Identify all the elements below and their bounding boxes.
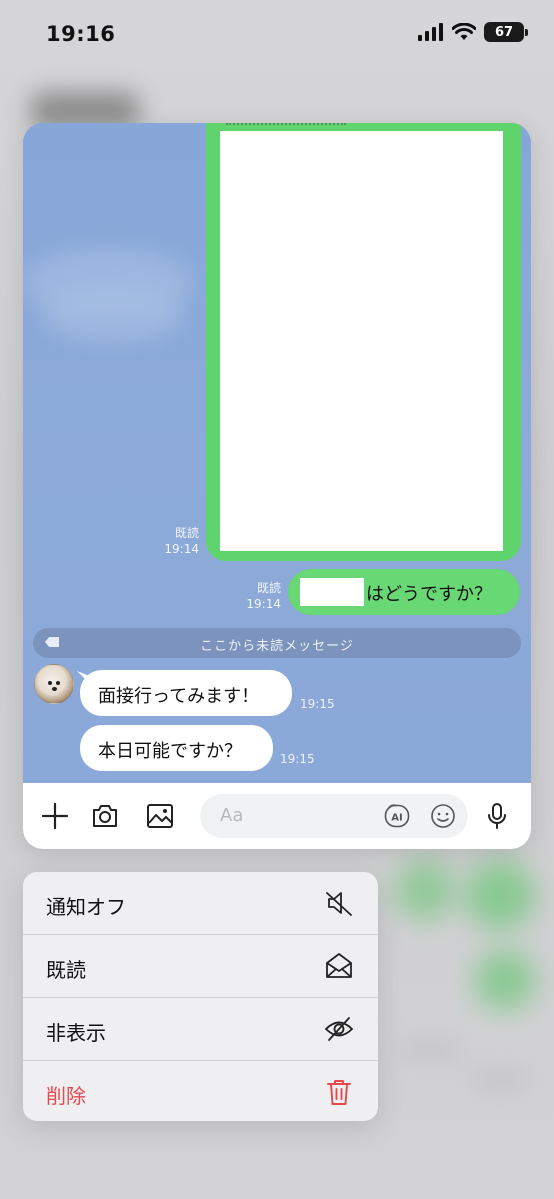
trash-icon — [327, 1080, 351, 1105]
add-button[interactable] — [40, 801, 70, 831]
avatar[interactable] — [34, 664, 74, 704]
microphone-icon — [488, 803, 506, 829]
chat-preview-card[interactable]: 既読 19:14 既読 19:14 はどうですか？ ここから未読メッセージ 面接… — [23, 123, 531, 849]
message-time: 19:14 — [246, 597, 281, 611]
mute-icon — [326, 892, 352, 916]
menu-item-label: 通知オフ — [46, 895, 126, 919]
emoji-icon[interactable] — [430, 803, 456, 829]
wifi-icon — [452, 23, 476, 40]
camera-button[interactable] — [90, 801, 120, 831]
received-message-bubble[interactable]: 本日可能ですか？ — [80, 725, 273, 771]
ai-button[interactable]: AI — [384, 803, 410, 829]
image-message[interactable] — [206, 123, 521, 561]
message-time: 19:15 — [280, 752, 315, 766]
status-bar: 19:16 67 — [0, 0, 554, 72]
plus-icon — [41, 802, 69, 830]
sent-message-meta: 既読 19:14 — [243, 580, 281, 612]
ai-label: AI — [391, 813, 402, 824]
voice-button[interactable] — [482, 801, 512, 831]
image-message-meta: 既読 19:14 — [161, 525, 199, 557]
read-receipt: 既読 — [256, 581, 281, 595]
menu-item-mark-read[interactable]: 既読 — [23, 935, 378, 997]
battery-icon: 67 — [484, 22, 528, 42]
sent-message-text: はどうですか？ — [366, 584, 492, 605]
menu-item-hide[interactable]: 非表示 — [23, 998, 378, 1060]
menu-item-label: 非表示 — [46, 1021, 106, 1045]
sent-message-bubble[interactable]: はどうですか？ — [288, 569, 520, 615]
redacted-image — [220, 131, 503, 551]
image-icon — [147, 804, 173, 828]
received-message-text: 面接行ってみます！ — [98, 686, 260, 707]
cellular-signal-icon — [418, 23, 443, 41]
unread-divider-label: ここから未読メッセージ — [200, 639, 354, 654]
unread-divider: ここから未読メッセージ — [33, 628, 521, 658]
received-message-text: 本日可能ですか？ — [98, 741, 242, 762]
image-button[interactable] — [145, 801, 175, 831]
message-input-bar: AI — [23, 783, 531, 849]
envelope-open-icon — [326, 953, 352, 978]
camera-icon — [93, 805, 117, 827]
message-time: 19:15 — [300, 697, 335, 711]
status-icons: 67 — [418, 22, 528, 42]
redacted-text — [300, 578, 364, 606]
received-message-bubble[interactable]: 面接行ってみます！ — [80, 670, 292, 716]
menu-item-mute-notifications[interactable]: 通知オフ — [23, 872, 378, 934]
chat-messages-area[interactable]: 既読 19:14 既読 19:14 はどうですか？ ここから未読メッセージ 面接… — [23, 123, 531, 783]
status-time: 19:16 — [46, 22, 116, 46]
message-text-field[interactable] — [218, 804, 372, 827]
battery-level: 67 — [494, 24, 514, 40]
context-menu: 通知オフ 既読 非表示 削除 — [23, 872, 378, 1121]
menu-item-delete[interactable]: 削除 — [23, 1061, 378, 1121]
menu-item-label: 既読 — [46, 958, 86, 982]
menu-item-label: 削除 — [46, 1084, 86, 1108]
message-time: 19:14 — [164, 542, 199, 556]
read-receipt: 既読 — [174, 526, 199, 540]
eye-slash-icon — [324, 1017, 354, 1041]
message-input[interactable]: AI — [200, 794, 468, 838]
